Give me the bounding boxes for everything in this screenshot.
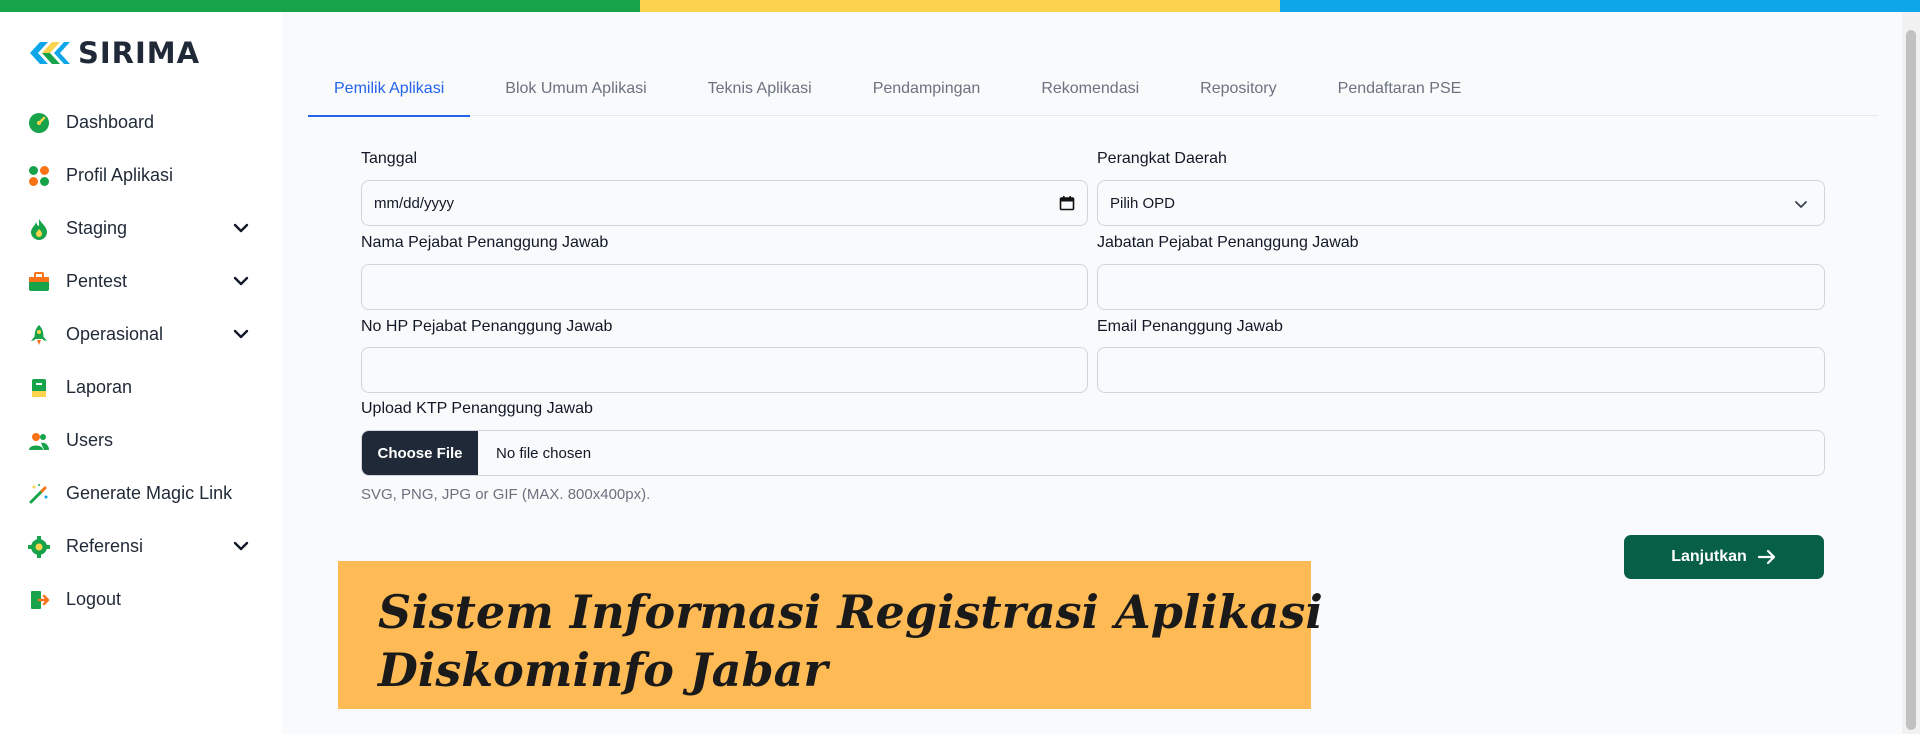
email-label: Email Penanggung Jawab (1097, 318, 1283, 335)
logo[interactable]: SIRIMA (28, 36, 200, 70)
file-status: No file chosen (496, 444, 592, 462)
title-banner: Sistem Informasi Registrasi Aplikasi Dis… (338, 561, 1323, 709)
gauge-icon (28, 112, 50, 134)
lanjutkan-button[interactable]: Lanjutkan (1624, 535, 1824, 579)
tab-pendampingan[interactable]: Pendampingan (847, 50, 1007, 116)
sidebar-item-label: Dashboard (66, 112, 155, 132)
magic-wand-icon (28, 483, 50, 505)
vertical-scrollbar[interactable] (1902, 12, 1920, 734)
sidebar-item-pentest[interactable]: Pentest (0, 255, 282, 308)
sidebar-item-label: Pentest (66, 271, 128, 291)
top-bar-yellow (640, 0, 1280, 12)
sidebar-item-logout[interactable]: Logout (0, 573, 282, 626)
tanggal-date-input[interactable]: mm/dd/yyyy (361, 180, 1088, 226)
nama-pejabat-label: Nama Pejabat Penanggung Jawab (361, 234, 609, 251)
upload-ktp-label: Upload KTP Penanggung Jawab (361, 400, 593, 417)
gear-icon (28, 535, 50, 558)
banner-title-line-2: Diskominfo Jabar (378, 643, 828, 697)
no-hp-input[interactable] (361, 347, 1088, 393)
chevron-down-icon (1795, 201, 1807, 208)
sidebar-item-label: Operasional (66, 324, 164, 344)
sidebar-item-dashboard[interactable]: Dashboard (0, 96, 282, 149)
sidebar-item-generate-magic-link[interactable]: Generate Magic Link (0, 467, 282, 520)
tab-blok-umum-aplikasi[interactable]: Blok Umum Aplikasi (479, 50, 672, 116)
lanjutkan-label: Lanjutkan (1671, 548, 1747, 565)
sidebar-item-profil-aplikasi[interactable]: Profil Aplikasi (0, 149, 282, 202)
briefcase-icon (28, 271, 50, 293)
upload-ktp-file-input[interactable]: Choose File No file chosen (361, 430, 1825, 476)
tanggal-label: Tanggal (361, 150, 418, 167)
jabatan-pejabat-label: Jabatan Pejabat Penanggung Jawab (1097, 234, 1359, 251)
tab-rekomendasi[interactable]: Rekomendasi (1015, 50, 1165, 116)
email-input[interactable] (1097, 347, 1825, 393)
jabatan-pejabat-input[interactable] (1097, 264, 1825, 310)
banner-title-line-1: Sistem Informasi Registrasi Aplikasi (378, 585, 1323, 639)
flame-icon (28, 218, 50, 240)
tanggal-placeholder: mm/dd/yyyy (374, 194, 455, 212)
tab-bar: Pemilik Aplikasi Blok Umum Aplikasi Tekn… (308, 50, 1878, 117)
rocket-icon (28, 324, 50, 346)
sidebar-item-label: Staging (66, 218, 128, 238)
tab-repository[interactable]: Repository (1174, 50, 1302, 116)
tab-pemilik-aplikasi[interactable]: Pemilik Aplikasi (308, 50, 471, 117)
chevron-down-icon[interactable] (232, 325, 250, 343)
sidebar-item-label: Generate Magic Link (66, 483, 233, 503)
chevron-down-icon[interactable] (232, 219, 250, 237)
sidebar-nav: Dashboard Profil Aplikasi Staging Pentes… (0, 96, 282, 626)
sidebar-item-label: Logout (66, 589, 122, 609)
sidebar-item-label: Referensi (66, 536, 144, 556)
book-icon (28, 377, 50, 399)
sidebar-item-label: Profil Aplikasi (66, 165, 174, 185)
sidebar-item-label: Laporan (66, 377, 133, 397)
sidebar-item-referensi[interactable]: Referensi (0, 520, 282, 573)
chevron-down-icon[interactable] (232, 272, 250, 290)
no-hp-label: No HP Pejabat Penanggung Jawab (361, 318, 613, 335)
grid-icon (28, 165, 50, 187)
top-color-bar (0, 0, 1920, 12)
sidebar-item-operasional[interactable]: Operasional (0, 308, 282, 361)
chevron-down-icon[interactable] (232, 537, 250, 555)
tab-pendaftaran-pse[interactable]: Pendaftaran PSE (1312, 50, 1488, 116)
perangkat-daerah-select[interactable]: Pilih OPD (1097, 180, 1825, 226)
tab-teknis-aplikasi[interactable]: Teknis Aplikasi (682, 50, 838, 116)
arrow-right-icon (1757, 549, 1775, 565)
sidebar: SIRIMA Dashboard Profil Aplikasi Staging (0, 12, 282, 734)
scrollbar-thumb[interactable] (1906, 30, 1916, 730)
perangkat-daerah-label: Perangkat Daerah (1097, 150, 1227, 167)
top-bar-blue (1280, 0, 1920, 12)
logo-icon (30, 42, 70, 64)
perangkat-daerah-selected: Pilih OPD (1110, 194, 1176, 212)
users-icon (28, 430, 50, 452)
top-bar-green (0, 0, 640, 12)
nama-pejabat-input[interactable] (361, 264, 1088, 310)
sidebar-item-laporan[interactable]: Laporan (0, 361, 282, 414)
choose-file-button[interactable]: Choose File (362, 431, 478, 475)
upload-hint: SVG, PNG, JPG or GIF (MAX. 800x400px). (361, 486, 651, 503)
logout-icon (28, 589, 50, 611)
sidebar-item-staging[interactable]: Staging (0, 202, 282, 255)
calendar-icon[interactable] (1059, 195, 1075, 211)
sidebar-item-users[interactable]: Users (0, 414, 282, 467)
sidebar-item-label: Users (66, 430, 114, 450)
brand-name: SIRIMA (78, 36, 201, 70)
